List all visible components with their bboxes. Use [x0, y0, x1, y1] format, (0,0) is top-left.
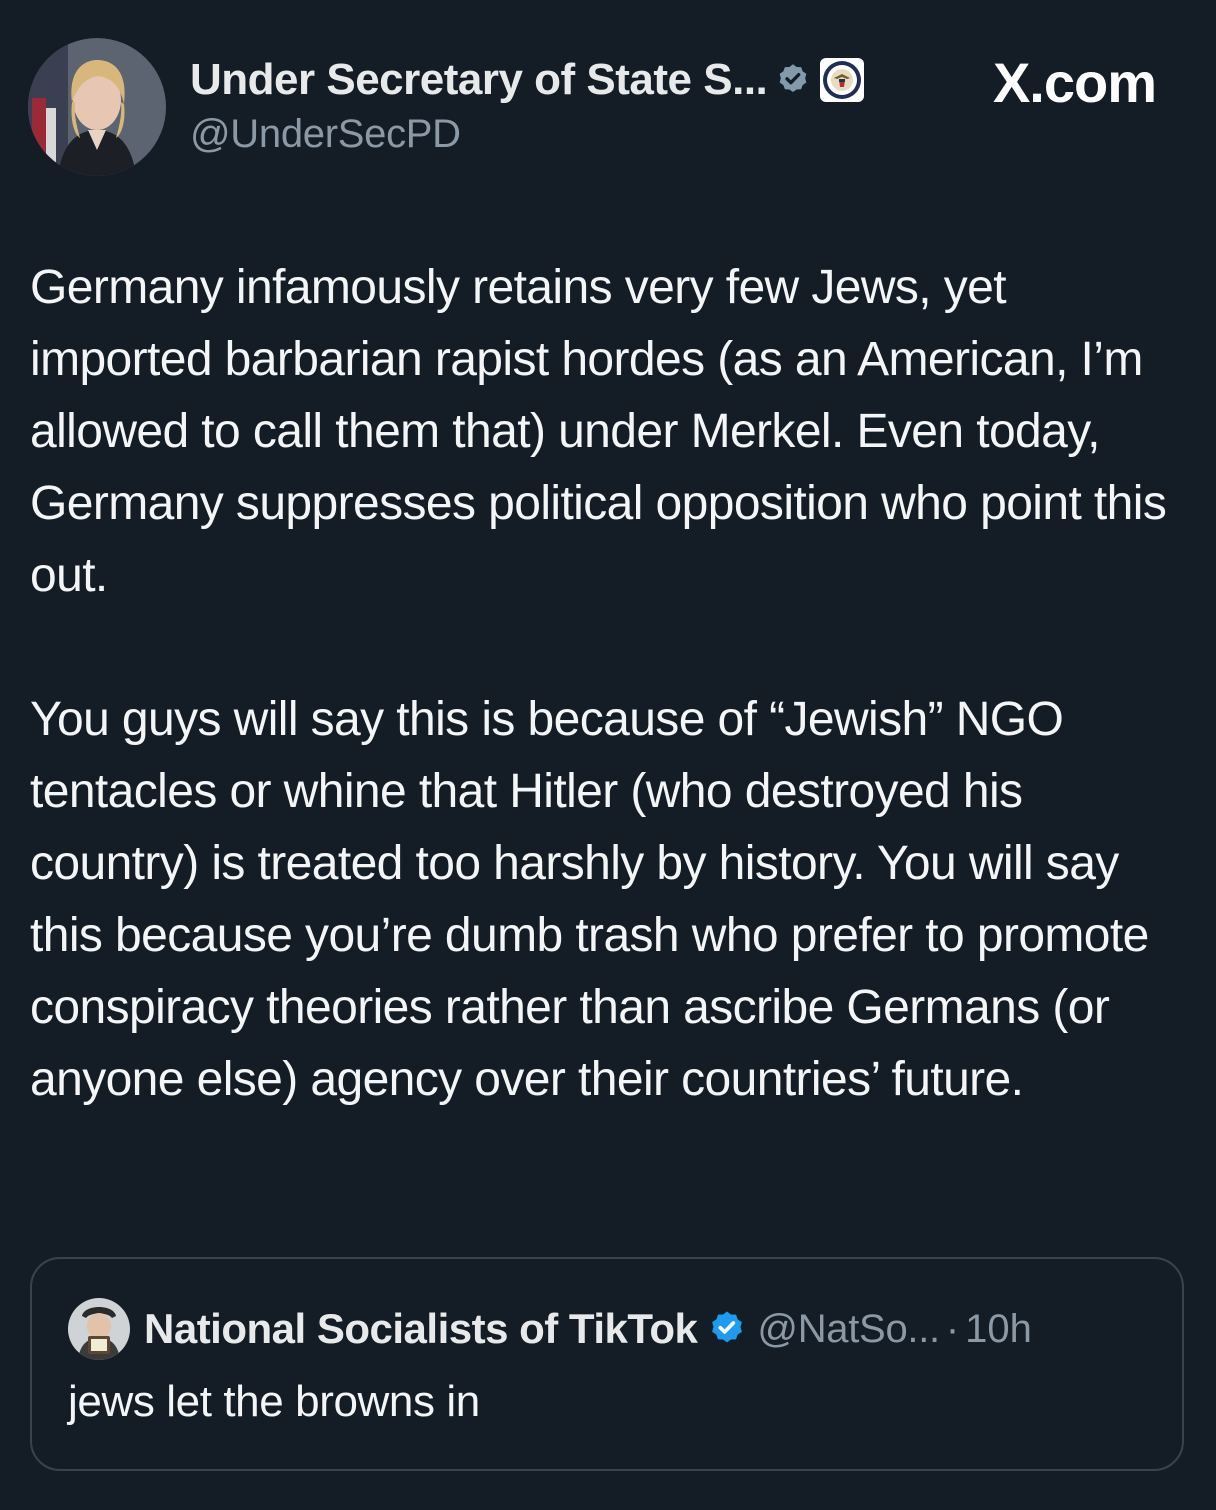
author-avatar[interactable]	[28, 38, 166, 176]
quoted-author-avatar-image	[68, 1298, 130, 1360]
blue-verified-badge-icon	[707, 1309, 747, 1349]
quoted-tweet-header: National Socialists of TikTok @NatSo... …	[68, 1298, 1032, 1360]
tweet-paragraph: You guys will say this is because of “Je…	[30, 693, 1149, 1106]
quoted-tweet-card[interactable]: National Socialists of TikTok @NatSo... …	[30, 1257, 1184, 1471]
author-display-name[interactable]: Under Secretary of State S...	[190, 55, 768, 105]
author-avatar-image	[28, 38, 166, 176]
quoted-tweet-text: jews let the browns in	[68, 1377, 480, 1426]
quoted-author-avatar[interactable]	[68, 1298, 130, 1360]
author-handle[interactable]: @UnderSecPD	[190, 112, 461, 157]
quoted-author-display-name[interactable]: National Socialists of TikTok	[144, 1305, 698, 1353]
separator-dot: ·	[945, 1306, 960, 1351]
author-name-row: Under Secretary of State S...	[190, 52, 865, 108]
quoted-tweet-timestamp[interactable]: 10h	[965, 1307, 1032, 1352]
tweet-text: Germany infamously retains very few Jews…	[30, 252, 1180, 1116]
site-label: X.com	[992, 51, 1157, 114]
quoted-author-handle[interactable]: @NatSo...	[757, 1307, 940, 1352]
tweet-header: Under Secretary of State S... @UnderSecP…	[0, 0, 1216, 200]
gray-verified-badge-icon	[775, 62, 811, 98]
tweet-paragraph: Germany infamously retains very few Jews…	[30, 261, 1167, 602]
state-department-seal-icon[interactable]	[819, 57, 865, 103]
